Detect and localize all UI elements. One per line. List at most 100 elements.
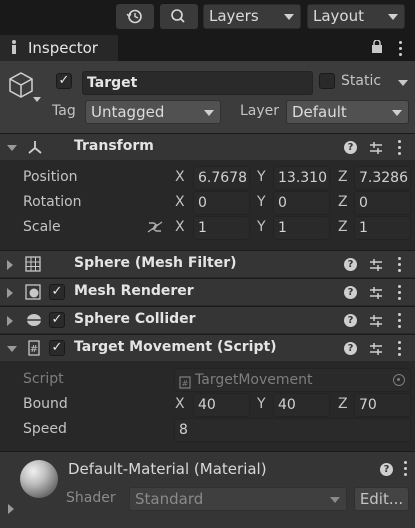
bound-z-axis: Z <box>338 396 348 412</box>
position-y-field[interactable]: 13.310 <box>273 166 330 190</box>
position-y-axis: Y <box>257 169 266 185</box>
help-icon[interactable]: ? <box>344 141 357 154</box>
bound-z-field[interactable]: 70 <box>354 393 411 417</box>
script-label: Script <box>23 371 64 387</box>
foldout-expanded-icon[interactable] <box>7 346 17 352</box>
presets-icon[interactable] <box>369 141 383 159</box>
shader-dropdown[interactable]: Standard <box>129 487 347 511</box>
search-icon <box>171 9 185 23</box>
gameobject-header: ✓ Target Static Tag Untagged Layer Defau… <box>0 61 415 137</box>
scale-x-axis: X <box>175 219 185 235</box>
help-icon[interactable]: ? <box>344 286 357 299</box>
scale-z-field[interactable]: 1 <box>354 216 411 240</box>
position-x-axis: X <box>175 169 185 185</box>
rotation-x-field[interactable]: 0 <box>193 191 250 215</box>
tag-label: Tag <box>52 103 76 119</box>
scale-y-field[interactable]: 1 <box>273 216 330 240</box>
layout-dropdown[interactable]: Layout <box>307 4 405 29</box>
component-menu-icon[interactable] <box>398 285 402 303</box>
foldout-expanded-icon[interactable] <box>7 145 17 151</box>
component-menu-icon[interactable] <box>398 140 402 158</box>
mesh-filter-header[interactable]: Sphere (Mesh Filter) ? <box>0 250 415 277</box>
presets-icon[interactable] <box>369 314 383 332</box>
bound-x-field[interactable]: 40 <box>193 393 250 417</box>
object-name-field[interactable]: Target <box>82 71 313 95</box>
bound-y-field[interactable]: 40 <box>273 393 330 417</box>
sphere-collider-icon <box>26 312 42 328</box>
position-z-field[interactable]: 7.3286 <box>354 166 411 190</box>
active-checkbox[interactable]: ✓ <box>56 73 72 89</box>
foldout-collapsed-icon[interactable] <box>7 316 13 326</box>
help-icon[interactable]: ? <box>380 463 393 476</box>
script-value: TargetMovement <box>195 372 313 388</box>
help-icon[interactable]: ? <box>344 314 357 327</box>
chevron-down-icon <box>388 14 398 20</box>
tag-dropdown[interactable]: Untagged <box>85 100 221 124</box>
foldout-collapsed-icon[interactable] <box>7 288 13 298</box>
speed-field[interactable]: 8 <box>174 418 411 442</box>
presets-icon[interactable] <box>369 286 383 304</box>
tag-value: Untagged <box>91 103 165 121</box>
component-menu-icon[interactable] <box>398 257 402 275</box>
mesh-renderer-enabled-checkbox[interactable]: ✓ <box>49 284 65 300</box>
sphere-collider-header[interactable]: ✓ Sphere Collider ? <box>0 306 415 333</box>
material-foldout-icon[interactable] <box>8 504 14 514</box>
target-movement-enabled-checkbox[interactable]: ✓ <box>49 340 65 356</box>
help-icon[interactable]: ? <box>344 342 357 355</box>
static-label: Static <box>341 73 382 89</box>
script-file-icon: # <box>179 374 191 391</box>
foldout-collapsed-icon[interactable] <box>7 260 13 270</box>
tab-inspector-label: Inspector <box>28 39 98 57</box>
rotation-label: Rotation <box>23 194 82 210</box>
layer-dropdown[interactable]: Default <box>286 100 409 124</box>
material-section: Default-Material (Material) ? Shader Sta… <box>0 451 415 528</box>
constrain-proportions-icon[interactable] <box>146 220 164 238</box>
target-movement-header[interactable]: # ✓ Target Movement (Script) ? <box>0 334 415 361</box>
tab-inspector[interactable]: Inspector <box>0 35 118 61</box>
layers-dropdown[interactable]: Layers <box>203 4 301 29</box>
position-z-axis: Z <box>338 169 348 185</box>
material-menu-icon[interactable] <box>404 461 408 479</box>
help-icon[interactable]: ? <box>344 258 357 271</box>
rotation-z-field[interactable]: 0 <box>354 191 411 215</box>
script-field: # TargetMovement <box>174 368 411 392</box>
position-x-field[interactable]: 6.7678 <box>193 166 250 190</box>
lock-icon[interactable] <box>371 39 383 57</box>
mesh-renderer-header[interactable]: ✓ Mesh Renderer ? <box>0 278 415 305</box>
position-label: Position <box>23 169 78 185</box>
mesh-renderer-icon <box>25 284 41 300</box>
presets-icon[interactable] <box>369 258 383 276</box>
static-checkbox[interactable] <box>319 73 335 89</box>
svg-text:#: # <box>182 379 189 388</box>
transform-header[interactable]: Transform ? <box>0 133 415 160</box>
rotation-x-axis: X <box>175 194 185 210</box>
scale-label: Scale <box>23 219 61 235</box>
edit-shader-button[interactable]: Edit... <box>354 487 409 511</box>
more-options-icon[interactable] <box>399 41 403 59</box>
rotation-y-field[interactable]: 0 <box>273 191 330 215</box>
component-menu-icon[interactable] <box>398 341 402 359</box>
layer-value: Default <box>292 103 347 121</box>
chevron-down-icon <box>284 14 294 20</box>
presets-icon[interactable] <box>369 342 383 360</box>
cube-icon <box>8 71 34 103</box>
speed-label: Speed <box>23 421 67 437</box>
info-icon <box>9 39 19 54</box>
scale-x-field[interactable]: 1 <box>193 216 250 240</box>
material-title: Default-Material (Material) <box>68 460 267 478</box>
scale-y-axis: Y <box>257 219 266 235</box>
component-menu-icon[interactable] <box>398 313 402 331</box>
rotation-y-axis: Y <box>257 194 266 210</box>
chevron-down-icon <box>392 110 402 116</box>
static-dropdown-arrow-icon[interactable] <box>398 80 408 86</box>
chevron-down-icon <box>330 497 340 503</box>
chevron-down-icon <box>204 110 214 116</box>
layout-label: Layout <box>313 7 364 25</box>
history-button[interactable] <box>116 4 154 29</box>
material-preview-sphere[interactable] <box>20 460 58 498</box>
edit-label: Edit... <box>359 490 404 508</box>
search-button[interactable] <box>160 4 198 29</box>
sphere-collider-enabled-checkbox[interactable]: ✓ <box>49 312 65 328</box>
object-picker-icon <box>393 374 405 386</box>
icon-dropdown-arrow-icon[interactable] <box>33 97 41 102</box>
